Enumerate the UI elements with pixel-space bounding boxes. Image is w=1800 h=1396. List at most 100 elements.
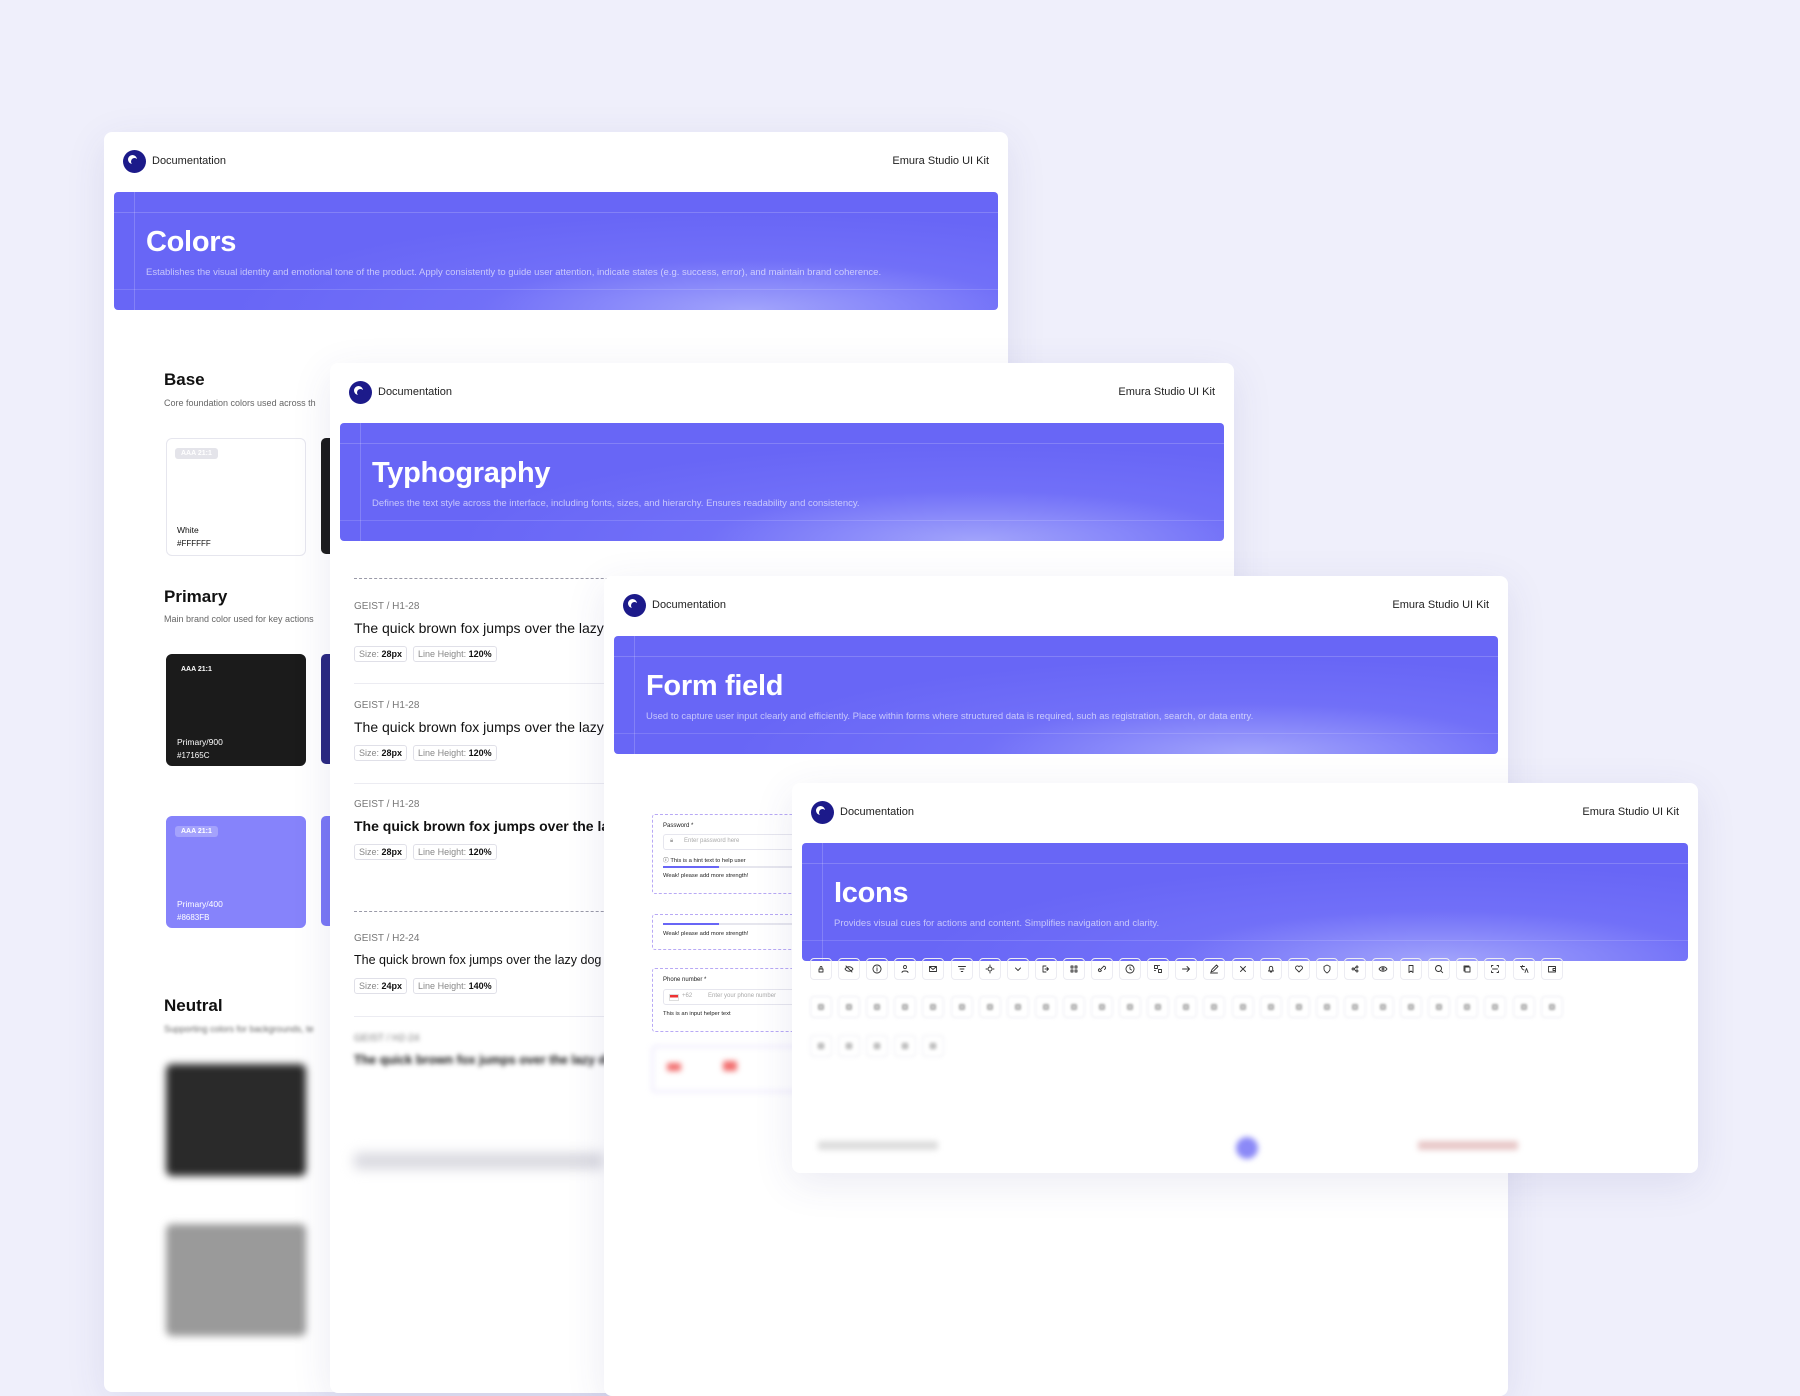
swatch-hex: #17165C bbox=[177, 751, 210, 760]
phone-input[interactable]: +62 Enter your phone number bbox=[663, 989, 813, 1005]
filter-icon[interactable] bbox=[950, 958, 973, 980]
icons-hero-banner: Icons Provides visual cues for actions a… bbox=[802, 843, 1688, 961]
icon-placeholder[interactable] bbox=[894, 1035, 917, 1057]
icon-placeholder[interactable] bbox=[1343, 996, 1366, 1018]
icon-placeholder[interactable] bbox=[1428, 996, 1451, 1018]
icon-placeholder[interactable] bbox=[838, 996, 861, 1018]
strength-bar-filled bbox=[663, 866, 719, 868]
contrast-badge: AAA 21:1 bbox=[175, 826, 218, 837]
icon-placeholder[interactable] bbox=[1400, 996, 1423, 1018]
icon-placeholder[interactable] bbox=[1034, 996, 1057, 1018]
icon-placeholder[interactable] bbox=[1287, 996, 1310, 1018]
swatch-neutral-gray[interactable] bbox=[166, 1224, 306, 1336]
chevron-down-icon[interactable] bbox=[1006, 958, 1029, 980]
page-title: Form field bbox=[646, 670, 784, 702]
icon-placeholder[interactable] bbox=[978, 996, 1001, 1018]
grid-icon[interactable] bbox=[1062, 958, 1085, 980]
icon-placeholder[interactable] bbox=[1231, 996, 1254, 1018]
qr-icon[interactable] bbox=[1147, 958, 1170, 980]
page-header: Documentation Emura Studio UI Kit bbox=[604, 576, 1508, 634]
eye-icon[interactable] bbox=[1372, 958, 1394, 980]
brand-logo-icon bbox=[623, 594, 646, 617]
page-header: Documentation Emura Studio UI Kit bbox=[792, 783, 1698, 841]
icon-placeholder[interactable] bbox=[922, 1035, 945, 1057]
icon-placeholder[interactable] bbox=[1175, 996, 1198, 1018]
section-subtitle-primary: Main brand color used for key actions bbox=[164, 614, 314, 624]
page-description: Establishes the visual identity and emot… bbox=[146, 267, 882, 278]
documentation-label[interactable]: Documentation bbox=[652, 599, 726, 611]
mail-icon[interactable] bbox=[922, 958, 945, 980]
password-field-example: Password * 🔒︎ Enter password here ⓘ This… bbox=[652, 814, 814, 894]
icon-placeholder[interactable] bbox=[1147, 996, 1170, 1018]
section-subtitle-neutral: Supporting colors for backgrounds, te bbox=[164, 1024, 314, 1034]
wallet-icon[interactable] bbox=[1540, 958, 1563, 980]
info-icon[interactable] bbox=[866, 958, 889, 980]
page-header: Documentation Emura Studio UI Kit bbox=[104, 132, 1008, 190]
section-title-base: Base bbox=[164, 370, 205, 389]
eye-off-icon[interactable] bbox=[838, 958, 861, 980]
documentation-label[interactable]: Documentation bbox=[840, 806, 914, 818]
icon-placeholder[interactable] bbox=[866, 996, 889, 1018]
icon-placeholder[interactable] bbox=[1315, 996, 1338, 1018]
type-style-label: GEIST / H1-28 bbox=[354, 700, 420, 711]
documentation-label[interactable]: Documentation bbox=[378, 386, 452, 398]
copy-icon[interactable] bbox=[1456, 958, 1479, 980]
swatch-primary-400[interactable]: AAA 21:1 Primary/400 #8683FB bbox=[166, 816, 306, 928]
password-input[interactable]: 🔒︎ Enter password here bbox=[663, 834, 813, 850]
settings-icon[interactable] bbox=[978, 958, 1001, 980]
divider-dashed bbox=[354, 911, 644, 912]
brand-logo-icon bbox=[349, 381, 372, 404]
icon-placeholder[interactable] bbox=[894, 996, 917, 1018]
country-code[interactable]: +62 bbox=[682, 993, 692, 999]
icon-placeholder[interactable] bbox=[1006, 996, 1029, 1018]
type-sample-text: The quick brown fox jumps over the lazy … bbox=[354, 1053, 622, 1067]
lock-icon[interactable] bbox=[810, 958, 832, 980]
share-icon[interactable] bbox=[1343, 958, 1366, 980]
bookmark-icon[interactable] bbox=[1400, 958, 1423, 980]
icon-placeholder[interactable] bbox=[838, 1035, 861, 1057]
search-icon[interactable] bbox=[1428, 958, 1451, 980]
icon-placeholder[interactable] bbox=[1372, 996, 1394, 1018]
type-sample-text: The quick brown fox jumps over the lazy … bbox=[354, 620, 632, 636]
page-title: Typhography bbox=[372, 457, 551, 489]
icon-placeholder[interactable] bbox=[810, 996, 832, 1018]
user-icon[interactable] bbox=[894, 958, 917, 980]
icon-placeholder[interactable] bbox=[1091, 996, 1113, 1018]
shield-icon[interactable] bbox=[1315, 958, 1338, 980]
swatch-name: Primary/900 bbox=[177, 737, 223, 747]
colors-hero-banner: Colors Establishes the visual identity a… bbox=[114, 192, 998, 310]
swatch-white[interactable]: AAA 21:1 White #FFFFFF bbox=[166, 438, 306, 556]
icon-placeholder[interactable] bbox=[1119, 996, 1142, 1018]
arrow-right-icon[interactable] bbox=[1175, 958, 1198, 980]
icon-placeholder[interactable] bbox=[950, 996, 973, 1018]
icon-placeholder[interactable] bbox=[1540, 996, 1563, 1018]
icon-placeholder[interactable] bbox=[922, 996, 945, 1018]
swatch-neutral-dark[interactable] bbox=[166, 1064, 306, 1176]
icon-placeholder[interactable] bbox=[810, 1035, 832, 1057]
icon-placeholder[interactable] bbox=[1456, 996, 1479, 1018]
icon-placeholder[interactable] bbox=[1259, 996, 1282, 1018]
page-indicator[interactable] bbox=[1236, 1137, 1258, 1159]
icon-placeholder[interactable] bbox=[1203, 996, 1226, 1018]
heart-icon[interactable] bbox=[1287, 958, 1310, 980]
link-icon[interactable] bbox=[1091, 958, 1113, 980]
contrast-badge: AAA 21:1 bbox=[175, 448, 218, 459]
icon-placeholder[interactable] bbox=[1484, 996, 1507, 1018]
type-style-label: GEIST / H1-28 bbox=[354, 601, 420, 612]
clock-icon[interactable] bbox=[1119, 958, 1142, 980]
phone-label: Phone number * bbox=[663, 977, 707, 983]
phone-placeholder: Enter your phone number bbox=[708, 993, 777, 999]
icon-placeholder[interactable] bbox=[1062, 996, 1085, 1018]
edit-icon[interactable] bbox=[1203, 958, 1226, 980]
documentation-label[interactable]: Documentation bbox=[152, 155, 226, 167]
bell-icon[interactable] bbox=[1259, 958, 1282, 980]
translate-icon[interactable] bbox=[1512, 958, 1535, 980]
swatch-primary-900[interactable]: AAA 21:1 Primary/900 #17165C bbox=[166, 654, 306, 766]
icon-placeholder[interactable] bbox=[1512, 996, 1535, 1018]
scan-icon[interactable] bbox=[1484, 958, 1507, 980]
type-sample-text: The quick brown fox jumps over the lazy … bbox=[354, 953, 602, 967]
logout-icon[interactable] bbox=[1034, 958, 1057, 980]
page-title: Colors bbox=[146, 226, 237, 258]
close-icon[interactable] bbox=[1231, 958, 1254, 980]
icon-placeholder[interactable] bbox=[866, 1035, 889, 1057]
